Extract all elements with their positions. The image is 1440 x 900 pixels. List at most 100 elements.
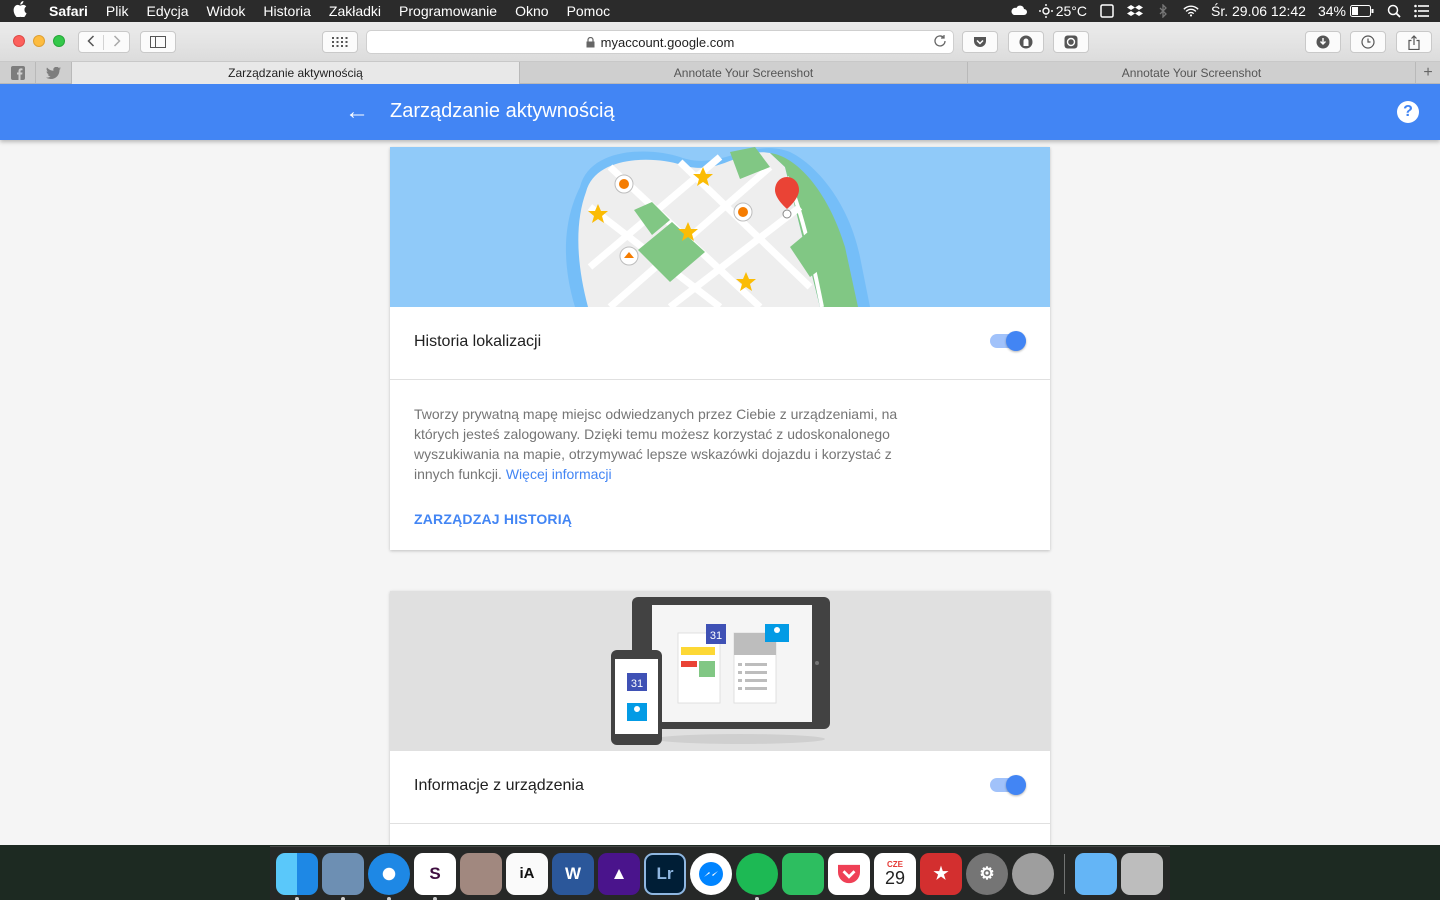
location-history-row[interactable]: Historia lokalizacji [390,307,1050,380]
word-icon[interactable]: W [552,852,594,895]
tab-annotate-1[interactable]: Annotate Your Screenshot [520,62,968,84]
forward-button[interactable] [104,34,129,50]
minimize-window-button[interactable] [33,35,45,47]
lightroom-icon[interactable]: Lr [644,852,686,895]
trash-icon[interactable] [1121,852,1163,895]
tab-annotate-2[interactable]: Annotate Your Screenshot [968,62,1416,84]
weather-temp: 25°C [1055,3,1087,19]
close-window-button[interactable] [13,35,25,47]
wunderlist-icon[interactable]: ★ [920,852,962,895]
history-button[interactable] [1350,31,1386,53]
back-button[interactable] [79,34,105,50]
screenshot-extension-button[interactable] [1053,31,1089,53]
learn-more-link[interactable]: Więcej informacji [506,466,612,482]
slack-icon[interactable]: S [414,852,456,900]
downloads-icon[interactable] [1075,852,1117,895]
top-sites-button[interactable] [322,31,358,53]
battery-status[interactable]: 34% [1318,3,1374,19]
device-information-toggle[interactable] [990,775,1026,795]
downloads-button[interactable] [1305,31,1341,53]
notification-center-icon[interactable] [1414,4,1430,18]
zoom-window-button[interactable] [53,35,65,47]
menu-edit[interactable]: Edycja [137,3,197,19]
clock-icon [1361,35,1375,49]
dropbox-icon[interactable] [1127,4,1143,18]
app-bar: ← Zarządzanie aktywnością ? [0,84,1440,140]
menu-window[interactable]: Okno [506,3,557,19]
launchpad-icon[interactable] [1012,852,1054,895]
running-indicator [433,896,437,900]
map-illustration [390,147,1050,307]
ghost-icon [1019,35,1033,49]
device-information-label: Informacje z urządzenia [414,777,584,794]
location-history-description: Tworzy prywatną mapę miejsc odwiedzanych… [390,380,960,484]
bluetooth-icon[interactable] [1155,4,1171,18]
menu-view[interactable]: Widok [198,3,255,19]
square-status-icon[interactable] [1099,4,1115,18]
system-preferences-icon[interactable]: ⚙ [966,852,1008,895]
toggle-knob [1006,331,1026,351]
pinned-tab-twitter[interactable] [36,62,72,84]
camera-icon [1064,35,1078,49]
spotlight-search-icon[interactable] [1386,4,1402,18]
tab-bar: Zarządzanie aktywnością Annotate Your Sc… [0,62,1440,84]
preview-icon[interactable] [322,852,364,900]
chevron-left-icon [87,34,95,47]
wifi-icon[interactable] [1183,4,1199,18]
pinned-tab-facebook[interactable] [0,62,36,84]
help-icon[interactable]: ? [1397,101,1419,123]
menu-help[interactable]: Pomoc [558,3,620,19]
calendar-icon[interactable]: CZE 29 [874,852,916,895]
manage-history-button[interactable]: ZARZĄDZAJ HISTORIĄ [414,511,572,527]
evernote-icon[interactable] [782,852,824,895]
new-tab-button[interactable]: + [1416,62,1440,83]
pocket-icon[interactable] [828,852,870,895]
weather-status[interactable]: 25°C [1038,3,1087,19]
menu-history[interactable]: Historia [254,3,319,19]
running-indicator [755,896,759,900]
share-button[interactable] [1396,31,1432,53]
apple-menu-icon[interactable] [0,1,40,21]
app-icon[interactable] [460,852,502,895]
menu-safari[interactable]: Safari [40,3,97,19]
messenger-icon[interactable] [690,852,732,895]
menu-file[interactable]: Plik [97,3,138,19]
safari-icon[interactable] [368,852,410,900]
url-text: myaccount.google.com [600,34,735,50]
tab-activity-controls[interactable]: Zarządzanie aktywnością [72,62,520,84]
cloud-upload-icon[interactable] [1011,4,1027,18]
twitter-icon [46,67,61,79]
sidebar-icon [150,36,166,48]
location-history-toggle[interactable] [990,331,1026,351]
dock-separator [1064,853,1065,894]
chevron-right-icon [113,34,121,47]
reload-icon[interactable] [933,34,947,48]
menu-develop[interactable]: Programowanie [390,3,506,19]
ghostery-extension-button[interactable] [1008,31,1044,53]
spotify-icon[interactable] [736,852,778,900]
download-icon [1316,35,1330,49]
location-history-card: Historia lokalizacji Tworzy prywatną map… [390,147,1050,550]
running-indicator [341,896,345,900]
sun-icon [1038,4,1053,18]
description-text: Tworzy prywatną mapę miejsc odwiedzanych… [414,406,898,482]
location-history-label: Historia lokalizacji [414,333,542,350]
address-bar[interactable]: myaccount.google.com [366,30,954,54]
device-information-row[interactable]: Informacje z urządzenia [390,751,1050,824]
tablet-calendar-day: 31 [710,630,722,642]
browser-toolbar: myaccount.google.com [0,22,1440,62]
lock-icon [586,36,595,47]
pocket-extension-button[interactable] [962,31,998,53]
back-arrow-icon[interactable]: ← [345,98,369,126]
sidebar-button[interactable] [140,31,176,53]
back-forward-buttons [78,31,130,53]
share-icon [1408,34,1420,50]
messenger-bolt-icon [699,861,723,886]
affinity-icon[interactable]: ▲ [598,852,640,895]
menu-bookmarks[interactable]: Zakładki [320,3,390,19]
ia-writer-icon[interactable]: iA [506,852,548,895]
finder-icon[interactable] [276,852,318,900]
pocket-icon [974,37,986,47]
battery-icon [1350,5,1374,17]
clock[interactable]: Śr. 29.06 12:42 [1211,3,1306,19]
